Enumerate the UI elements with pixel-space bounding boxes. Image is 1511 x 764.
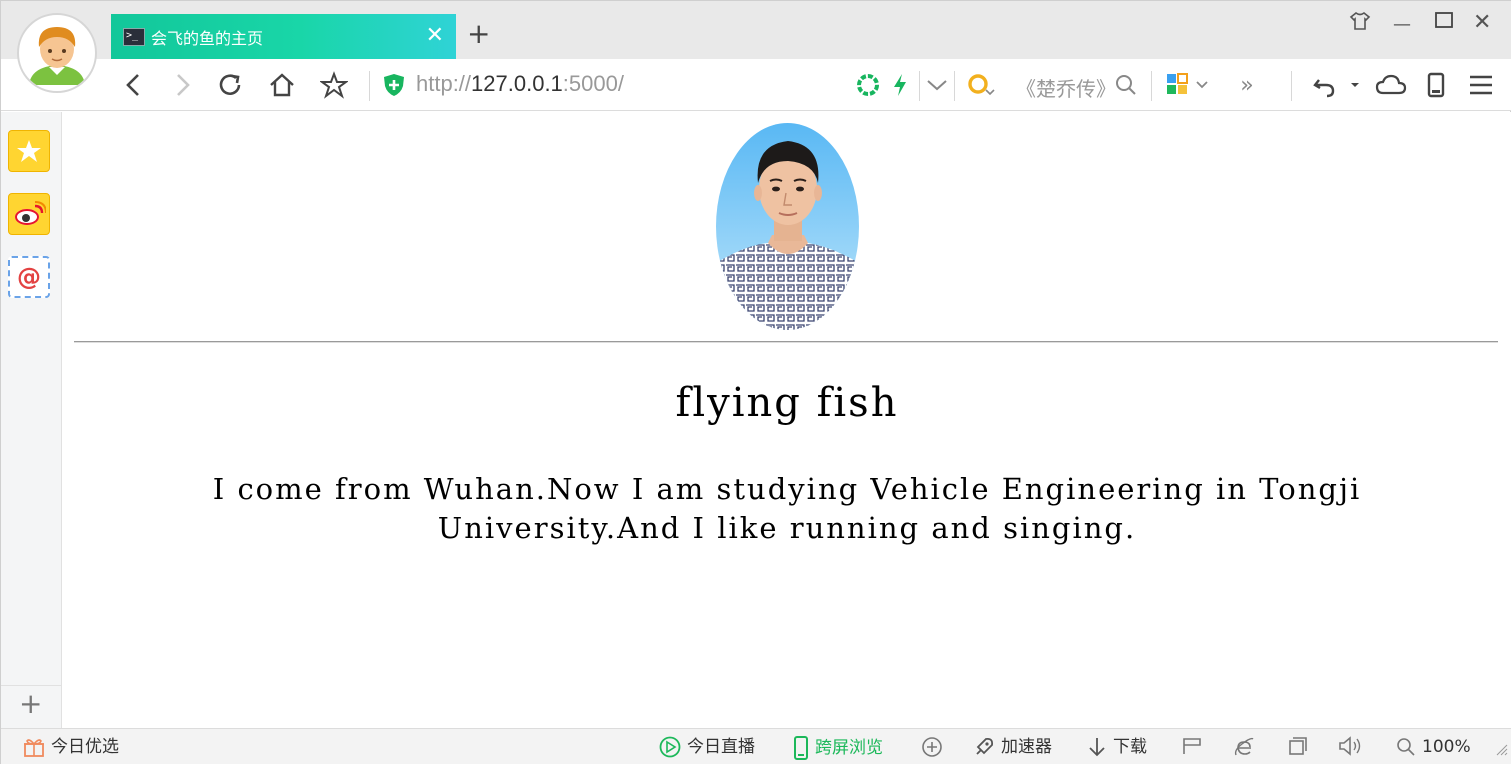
add-circle-icon[interactable] [921,736,943,758]
cloud-icon[interactable] [1374,69,1408,101]
bio-text: I come from Wuhan.Now I am studying Vehi… [212,472,1362,545]
zoom-level: 100% [1422,737,1471,757]
apps-icon[interactable] [1165,69,1215,101]
user-avatar[interactable] [17,13,97,93]
url-scheme: http:// [416,71,472,96]
skin-icon[interactable] [1349,11,1371,38]
rocket-icon [976,737,994,755]
live-button[interactable]: 今日直播 [659,736,755,758]
lightning-icon[interactable] [889,69,911,101]
today-picks-button[interactable]: 今日优选 [23,736,119,758]
more-extensions-icon[interactable]: » [1237,69,1257,101]
weibo-icon[interactable] [8,193,50,235]
separator [954,71,955,101]
cross-screen-label: 跨屏浏览 [815,738,883,758]
download-icon [1089,738,1105,757]
live-label: 今日直播 [687,737,755,757]
flag-icon[interactable] [1181,736,1203,756]
play-icon [659,736,681,758]
menu-icon[interactable] [1467,69,1495,101]
browser-window: >_ 会飞的鱼的主页 ✕ + — ✕ http://127.0.0.1:5000… [0,0,1511,764]
sidebar: @ + [1,112,62,728]
undo-close-icon[interactable] [1311,69,1361,101]
phone-icon [794,736,808,760]
zoom-control[interactable]: 100% [1396,736,1471,758]
title-bar: >_ 会飞的鱼的主页 ✕ + — ✕ [1,1,1511,59]
accelerator-label: 加速器 [1001,737,1052,757]
search-icon[interactable] [1113,69,1139,101]
url-port: :5000/ [562,71,624,96]
gift-icon [24,739,44,757]
bookmark-star-icon[interactable] [319,69,349,101]
status-bar: 今日优选 今日直播 跨屏浏览 加速器 下载 100% [1,728,1511,764]
search-input[interactable]: 《楚乔传》 [1016,73,1116,102]
home-icon[interactable] [267,69,297,101]
resize-grip-icon[interactable] [1495,743,1509,757]
today-picks-label: 今日优选 [51,737,119,757]
window-icon[interactable] [1288,736,1308,756]
terminal-icon: >_ [123,27,145,46]
tab-close-icon[interactable]: ✕ [426,24,444,48]
ie-icon[interactable] [1233,736,1255,758]
download-label: 下载 [1113,737,1147,757]
divider-line [74,341,1498,343]
forward-button[interactable] [171,69,195,101]
profile-photo [716,123,859,330]
url-host: 127.0.0.1 [471,71,563,96]
minimize-button[interactable]: — [1393,13,1411,37]
zoom-icon [1397,738,1415,756]
favorites-icon[interactable] [8,130,50,172]
separator [1151,71,1152,101]
page-title: flying fish [675,380,899,426]
back-button[interactable] [121,69,145,101]
sidebar-add-button[interactable]: + [19,690,42,718]
mail-icon[interactable]: @ [8,256,50,298]
toolbar: http://127.0.0.1:5000/ 《楚乔传》 » [1,59,1511,111]
cross-screen-button[interactable]: 跨屏浏览 [793,736,883,760]
new-tab-button[interactable]: + [467,19,490,49]
maximize-button[interactable] [1434,11,1454,36]
sidebar-divider [1,685,61,686]
search-engine-icon[interactable] [967,69,997,101]
mobile-icon[interactable] [1424,69,1448,101]
separator [919,71,920,101]
volume-icon[interactable] [1338,736,1362,756]
page-content: flying fish I come from Wuhan.Now I am s… [62,112,1511,728]
separator [1291,71,1292,101]
reload-icon[interactable] [215,69,245,101]
aperture-icon[interactable] [856,69,880,101]
separator [369,71,370,101]
close-window-button[interactable]: ✕ [1473,11,1491,35]
chevron-down-icon[interactable] [925,69,949,101]
download-button[interactable]: 下载 [1087,736,1147,758]
tab-active[interactable]: >_ 会飞的鱼的主页 ✕ [111,14,456,59]
tab-title: 会飞的鱼的主页 [151,28,264,48]
accelerator-button[interactable]: 加速器 [973,736,1052,758]
address-bar[interactable]: http://127.0.0.1:5000/ [416,71,624,97]
shield-icon[interactable] [381,69,407,101]
